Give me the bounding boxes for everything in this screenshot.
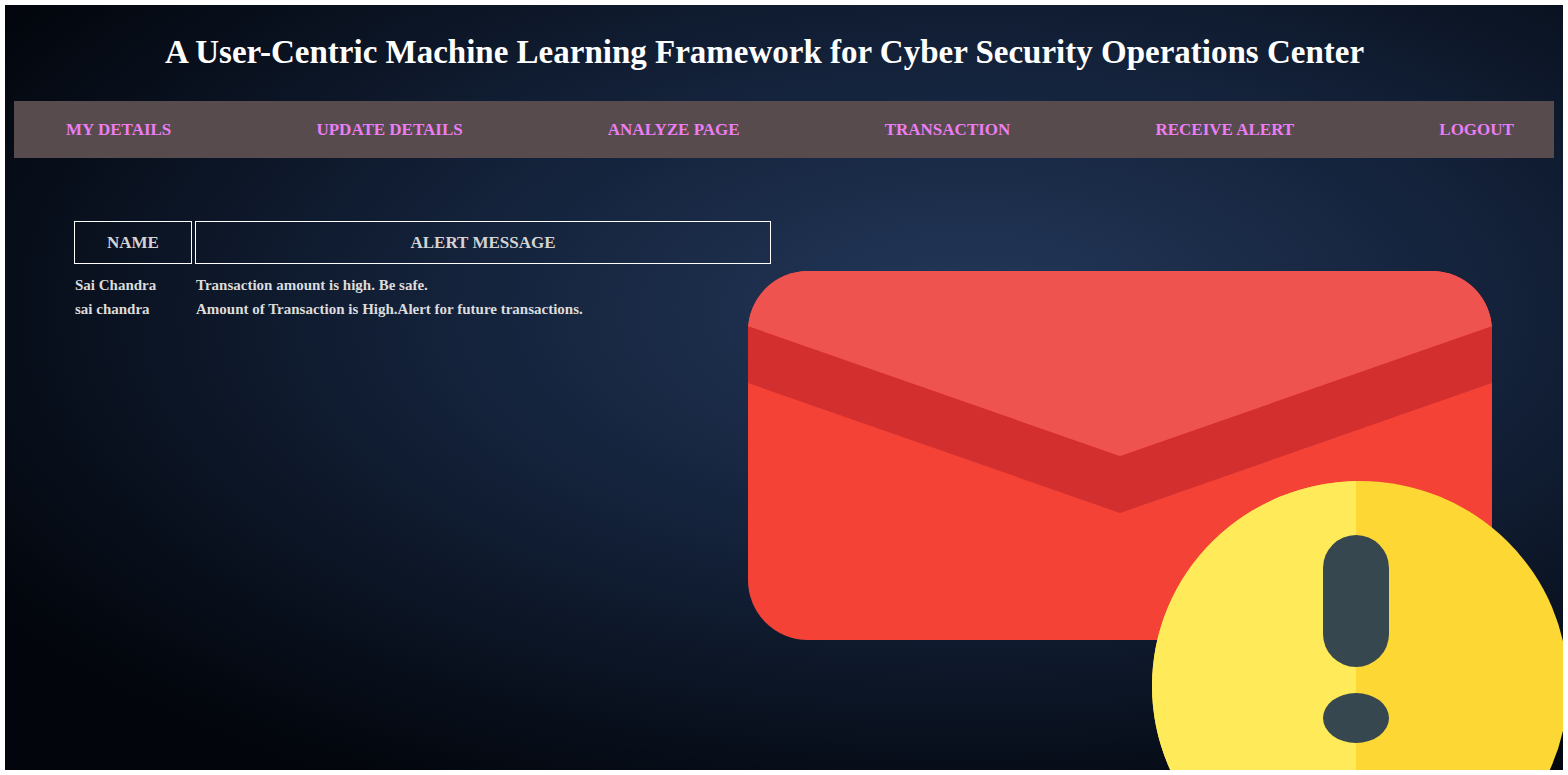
alert-table: NAMEALERT MESSAGESai ChandraTransaction …	[71, 218, 774, 323]
table-cell: Sai Chandra	[74, 267, 192, 296]
nav-link[interactable]: UPDATE DETAILS	[316, 117, 462, 143]
table-cell: Amount of Transaction is High.Alert for …	[195, 299, 771, 320]
page: A User-Centric Machine Learning Framewor…	[0, 0, 1568, 775]
header-row: NAMEALERT MESSAGE	[74, 221, 771, 264]
nav-bar: MY DETAILS UPDATE DETAILS ANALYZE PAGE TRAN…	[14, 101, 1554, 158]
column-header: ALERT MESSAGE	[195, 221, 771, 264]
alert-mail-icon	[748, 271, 1568, 775]
page-title: A User-Centric Machine Learning Framewor…	[165, 32, 1364, 73]
table-row: sai chandraAmount of Transaction is High…	[74, 299, 771, 320]
nav-link[interactable]: MY DETAILS	[66, 117, 171, 143]
column-header: NAME	[74, 221, 192, 264]
nav-link[interactable]: LOGOUT	[1439, 117, 1514, 143]
nav-link[interactable]: TRANSACTION	[885, 117, 1011, 143]
nav-link[interactable]: ANALYZE PAGE	[608, 117, 740, 143]
table-cell: Transaction amount is high. Be safe.	[195, 267, 771, 296]
nav-link[interactable]: RECEIVE ALERT	[1155, 117, 1294, 143]
table-row: Sai ChandraTransaction amount is high. B…	[74, 267, 771, 296]
table-cell: sai chandra	[74, 299, 192, 320]
